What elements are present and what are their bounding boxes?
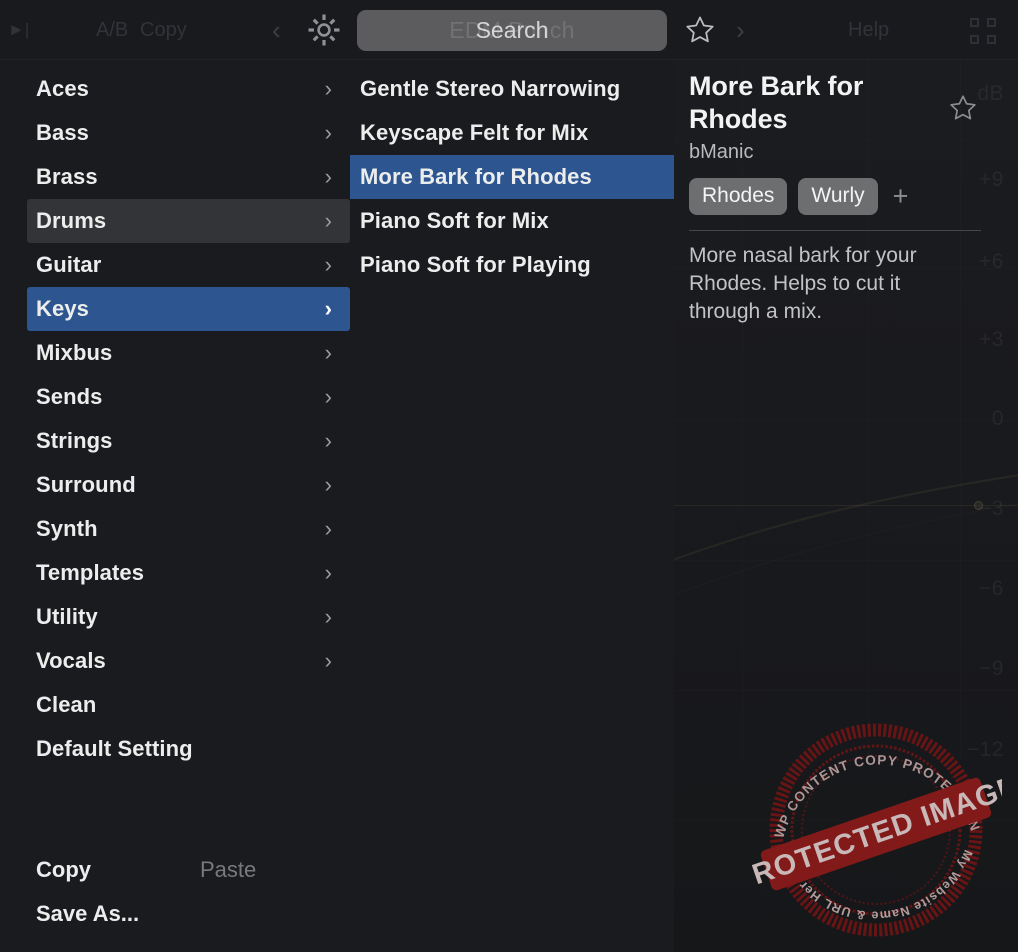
preset-list: Gentle Stereo Narrowing Keyscape Felt for…: [350, 67, 674, 287]
sidebar-item-label: Utility: [36, 604, 98, 629]
sidebar-item-label: Clean: [36, 692, 97, 717]
toolbar-divider: [0, 59, 1018, 60]
sidebar-item-label: Surround: [36, 472, 136, 497]
plugin-preset-browser: dB +9 +6 +3 0 −3 −6 −9 −12 ►| A/B Copy ‹: [0, 0, 1018, 952]
preset-tag[interactable]: Rhodes: [689, 177, 788, 216]
category-list: Aces › Bass › Brass › Drums › Guitar › Keys › Mixbus…: [0, 67, 350, 771]
preset-list-item[interactable]: Piano Soft for Playing: [350, 243, 674, 287]
sidebar-item-label: Brass: [36, 164, 98, 189]
chevron-right-icon: ›: [324, 428, 332, 453]
sidebar-item-bass[interactable]: Bass ›: [27, 111, 350, 155]
chevron-right-icon: ›: [324, 120, 332, 145]
chevron-right-icon: ›: [324, 560, 332, 585]
preset-tag-list: Rhodes Wurly +: [689, 177, 989, 216]
sidebar-item-drums[interactable]: Drums ›: [27, 199, 350, 243]
next-preset-button[interactable]: ›: [736, 0, 745, 60]
favorite-star-icon[interactable]: [948, 93, 978, 123]
sidebar-item-label: Drums: [36, 208, 107, 233]
chevron-right-icon: ›: [324, 340, 332, 365]
chevron-right-icon: ›: [324, 384, 332, 409]
sidebar-item-surround[interactable]: Surround ›: [27, 463, 350, 507]
sidebar-item-synth[interactable]: Synth ›: [27, 507, 350, 551]
sidebar-item-label: Sends: [36, 384, 103, 409]
sidebar-save-as-button[interactable]: Save As...: [36, 901, 139, 927]
sidebar-item-label: Templates: [36, 560, 145, 585]
chevron-right-icon: ›: [324, 164, 332, 189]
search-input[interactable]: EDM Punch Search: [357, 10, 667, 51]
sidebar-item-label: Guitar: [36, 252, 102, 277]
add-tag-button[interactable]: +: [889, 183, 913, 210]
sidebar-item-strings[interactable]: Strings ›: [27, 419, 350, 463]
preset-list-item[interactable]: Keyscape Felt for Mix: [350, 111, 674, 155]
chevron-right-icon: ›: [324, 296, 332, 321]
preset-author: bManic: [689, 140, 754, 163]
preset-list-item-label: More Bark for Rhodes: [360, 164, 592, 189]
preset-list-item[interactable]: Gentle Stereo Narrowing: [350, 67, 674, 111]
preset-description: More nasal bark for your Rhodes. Helps t…: [689, 244, 917, 323]
preset-title: More Bark for Rhodes: [689, 71, 864, 134]
ab-toggle-button[interactable]: A/B: [96, 0, 128, 60]
preset-list-item[interactable]: Piano Soft for Mix: [350, 199, 674, 243]
sidebar-item-clean[interactable]: Clean: [27, 683, 350, 727]
prev-preset-button[interactable]: ‹: [272, 0, 281, 60]
preset-tag[interactable]: Wurly: [798, 177, 878, 216]
preset-list-item-label: Piano Soft for Mix: [360, 208, 549, 233]
sidebar-item-label: Keys: [36, 296, 89, 321]
sidebar-item-label: Vocals: [36, 648, 106, 673]
top-toolbar: ►| A/B Copy ‹ EDM Punch Search › Help: [0, 0, 1018, 60]
copy-paste-row: Copy Paste: [0, 848, 350, 892]
chevron-right-icon: ›: [324, 472, 332, 497]
sidebar-item-label: Synth: [36, 516, 98, 541]
chevron-right-icon: ›: [324, 604, 332, 629]
sidebar-actions: Copy Paste Save As...: [0, 848, 350, 936]
preset-list-item[interactable]: More Bark for Rhodes: [350, 155, 674, 199]
bypass-icon[interactable]: ►|: [8, 0, 29, 60]
chevron-right-icon: ›: [324, 516, 332, 541]
chevron-right-icon: ›: [324, 208, 332, 233]
expand-icon[interactable]: [970, 18, 996, 44]
sidebar-item-brass[interactable]: Brass ›: [27, 155, 350, 199]
sidebar-item-mixbus[interactable]: Mixbus ›: [27, 331, 350, 375]
chevron-right-icon: ›: [324, 648, 332, 673]
search-label: Search: [475, 17, 549, 43]
detail-divider: [689, 230, 981, 232]
copy-button[interactable]: Copy: [140, 0, 187, 60]
sidebar-item-guitar[interactable]: Guitar ›: [27, 243, 350, 287]
sidebar-item-templates[interactable]: Templates ›: [27, 551, 350, 595]
category-sidebar: Aces › Bass › Brass › Drums › Guitar › Keys › Mixbus…: [0, 60, 350, 952]
sidebar-item-label: Strings: [36, 428, 113, 453]
save-as-row: Save As...: [0, 892, 350, 936]
chevron-right-icon: ›: [324, 76, 332, 101]
sidebar-item-label: Aces: [36, 76, 89, 101]
preset-list-item-label: Keyscape Felt for Mix: [360, 120, 589, 145]
sidebar-item-utility[interactable]: Utility ›: [27, 595, 350, 639]
gear-icon[interactable]: [308, 14, 340, 46]
preset-list-item-label: Piano Soft for Playing: [360, 252, 591, 277]
favorite-filter-icon[interactable]: [684, 14, 716, 46]
sidebar-item-aces[interactable]: Aces ›: [27, 67, 350, 111]
sidebar-item-vocals[interactable]: Vocals ›: [27, 639, 350, 683]
sidebar-item-label: Mixbus: [36, 340, 113, 365]
help-button[interactable]: Help: [848, 0, 889, 60]
sidebar-item-label: Bass: [36, 120, 89, 145]
sidebar-item-label: Default Setting: [36, 736, 193, 761]
sidebar-item-keys[interactable]: Keys ›: [27, 287, 350, 331]
preset-list-item-label: Gentle Stereo Narrowing: [360, 76, 621, 101]
sidebar-copy-button[interactable]: Copy: [36, 857, 91, 883]
chevron-right-icon: ›: [324, 252, 332, 277]
sidebar-item-default-setting[interactable]: Default Setting: [27, 727, 350, 771]
sidebar-item-sends[interactable]: Sends ›: [27, 375, 350, 419]
sidebar-paste-button: Paste: [200, 857, 257, 882]
preset-detail-panel: More Bark for Rhodes bManic Rhodes Wurly +…: [674, 60, 1018, 952]
preset-list-panel: Gentle Stereo Narrowing Keyscape Felt for…: [350, 60, 674, 952]
